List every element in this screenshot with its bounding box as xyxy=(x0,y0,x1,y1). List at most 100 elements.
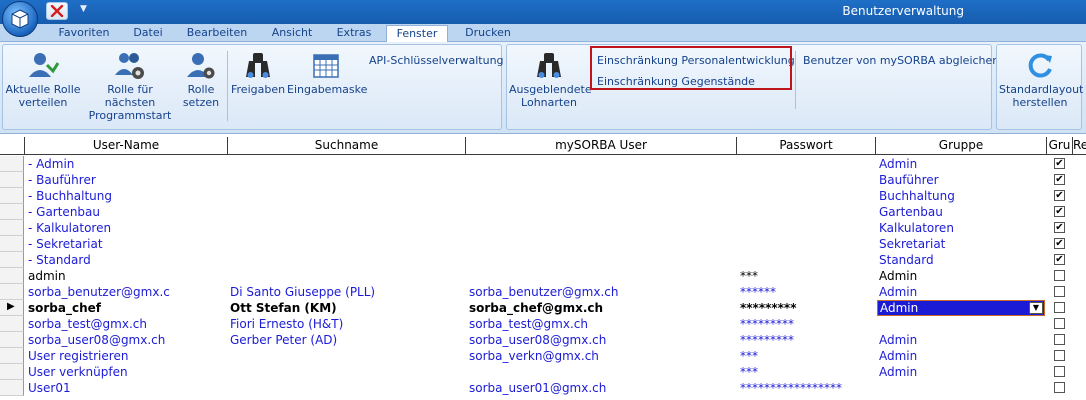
cell-user-name[interactable]: - Admin xyxy=(28,156,226,172)
cell-passwort[interactable] xyxy=(740,188,875,204)
cell-passwort[interactable]: *** xyxy=(740,348,875,364)
gruppe-checkbox[interactable]: ✔ xyxy=(1054,190,1065,201)
table-row[interactable]: sorba_benutzer@gmx.c Di Santo Giuseppe (P… xyxy=(0,284,1086,300)
cell-gruppe[interactable]: Gartenbau xyxy=(879,204,1045,220)
cell-gruppe[interactable]: Admin xyxy=(879,268,1045,284)
cell-mysorba-user[interactable] xyxy=(469,364,735,380)
cell-gruppe[interactable]: Admin xyxy=(879,364,1045,380)
cell-suchname[interactable] xyxy=(230,204,464,220)
cell-passwort[interactable] xyxy=(740,220,875,236)
cell-user-name[interactable]: - Kalkulatoren xyxy=(28,220,226,236)
cell-mysorba-user[interactable] xyxy=(469,220,735,236)
cell-gruppe[interactable]: Standard xyxy=(879,252,1045,268)
cell-mysorba-user[interactable] xyxy=(469,204,735,220)
table-row[interactable]: - Gartenbau Gartenbau ✔ xyxy=(0,204,1086,220)
cell-mysorba-user[interactable] xyxy=(469,252,735,268)
cell-suchname[interactable] xyxy=(230,156,464,172)
row-selector[interactable] xyxy=(0,348,24,364)
gruppe-checkbox[interactable]: ✔ xyxy=(1054,158,1065,169)
tab-favoriten[interactable]: Favoriten xyxy=(56,25,112,42)
cell-passwort[interactable] xyxy=(740,252,875,268)
row-selector[interactable] xyxy=(0,220,24,236)
cell-passwort[interactable]: ********* xyxy=(740,316,875,332)
qat-close-button[interactable] xyxy=(46,2,68,20)
table-row[interactable]: - Buchhaltung Buchhaltung ✔ xyxy=(0,188,1086,204)
cell-user-name[interactable]: sorba_test@gmx.ch xyxy=(28,316,226,332)
cell-mysorba-user[interactable]: sorba_benutzer@gmx.ch xyxy=(469,284,735,300)
row-selector[interactable] xyxy=(0,364,24,380)
cell-user-name[interactable]: sorba_chef xyxy=(28,300,226,316)
table-row[interactable]: User01 sorba_user01@gmx.ch ***************… xyxy=(0,380,1086,396)
cell-suchname[interactable]: Gerber Peter (AD) xyxy=(230,332,464,348)
cell-mysorba-user[interactable] xyxy=(469,172,735,188)
cell-gruppe[interactable]: Sekretariat xyxy=(879,236,1045,252)
table-row[interactable]: ▶ sorba_chef Ott Stefan (KM) sorba_chef@gmx… xyxy=(0,300,1086,316)
cell-passwort[interactable] xyxy=(740,172,875,188)
gruppe-checkbox[interactable]: ✔ xyxy=(1054,238,1065,249)
col-header-suchname[interactable]: Suchname xyxy=(228,137,466,155)
table-row[interactable]: sorba_test@gmx.ch Fiori Ernesto (H&T) sorb… xyxy=(0,316,1086,332)
gruppe-checkbox[interactable] xyxy=(1054,270,1065,281)
cell-gruppe[interactable]: Admin xyxy=(879,284,1045,300)
qat-dropdown-icon[interactable]: ▼ xyxy=(80,4,87,14)
col-header-mysorba-user[interactable]: mySORBA User xyxy=(466,137,737,155)
cell-suchname[interactable]: Ott Stefan (KM) xyxy=(230,300,464,316)
row-selector[interactable] xyxy=(0,172,24,188)
cell-user-name[interactable]: - Bauführer xyxy=(28,172,226,188)
rolle-setzen-button[interactable]: Rolle setzen xyxy=(181,51,221,109)
tab-fenster[interactable]: Fenster xyxy=(386,25,448,43)
cell-passwort[interactable]: ***************** xyxy=(740,380,875,396)
cell-passwort[interactable]: *** xyxy=(740,268,875,284)
eingabemaske-button[interactable]: Eingabemaske xyxy=(287,51,367,96)
cell-gruppe[interactable]: Admin xyxy=(879,348,1045,364)
cell-gruppe[interactable] xyxy=(879,380,1045,396)
row-selector[interactable]: ▶ xyxy=(0,300,24,316)
cell-suchname[interactable]: Fiori Ernesto (H&T) xyxy=(230,316,464,332)
cell-mysorba-user[interactable]: sorba_user01@gmx.ch xyxy=(469,380,735,396)
row-selector[interactable] xyxy=(0,188,24,204)
cell-mysorba-user[interactable]: sorba_chef@gmx.ch xyxy=(469,300,735,316)
row-selector[interactable] xyxy=(0,332,24,348)
table-row[interactable]: - Sekretariat Sekretariat ✔ xyxy=(0,236,1086,252)
ausgeblendete-lohnarten-button[interactable]: Ausgeblendete Lohnarten xyxy=(509,51,592,109)
gruppe-checkbox[interactable] xyxy=(1054,366,1065,377)
cell-suchname[interactable] xyxy=(230,188,464,204)
cell-suchname[interactable] xyxy=(230,268,464,284)
table-row[interactable]: - Standard Standard ✔ xyxy=(0,252,1086,268)
cell-suchname[interactable]: Di Santo Giuseppe (PLL) xyxy=(230,284,464,300)
table-row[interactable]: - Kalkulatoren Kalkulatoren ✔ xyxy=(0,220,1086,236)
cell-suchname[interactable] xyxy=(230,252,464,268)
cell-mysorba-user[interactable]: sorba_user08@gmx.ch xyxy=(469,332,735,348)
cell-passwort[interactable] xyxy=(740,156,875,172)
freigaben-button[interactable]: Freigaben xyxy=(231,51,285,96)
col-header-gruppe[interactable]: Gruppe xyxy=(876,137,1047,155)
cell-mysorba-user[interactable] xyxy=(469,188,735,204)
chevron-down-icon[interactable]: ▼ xyxy=(1029,302,1043,314)
cell-mysorba-user[interactable] xyxy=(469,156,735,172)
cell-gruppe[interactable]: Kalkulatoren xyxy=(879,220,1045,236)
cell-mysorba-user[interactable]: sorba_verkn@gmx.ch xyxy=(469,348,735,364)
gruppe-checkbox[interactable] xyxy=(1054,286,1065,297)
table-row[interactable]: - Admin Admin ✔ xyxy=(0,156,1086,172)
row-selector[interactable] xyxy=(0,316,24,332)
gruppe-checkbox[interactable] xyxy=(1054,350,1065,361)
table-row[interactable]: - Bauführer Bauführer ✔ xyxy=(0,172,1086,188)
col-header-gru[interactable]: Gru xyxy=(1047,137,1073,155)
cell-suchname[interactable] xyxy=(230,380,464,396)
gruppe-checkbox[interactable] xyxy=(1054,334,1065,345)
tab-extras[interactable]: Extras xyxy=(334,25,374,42)
tab-datei[interactable]: Datei xyxy=(130,25,166,42)
cell-user-name[interactable]: User registrieren xyxy=(28,348,226,364)
cell-mysorba-user[interactable] xyxy=(469,236,735,252)
app-menu-button[interactable] xyxy=(2,1,38,37)
col-header-passwort[interactable]: Passwort xyxy=(737,137,876,155)
cell-user-name[interactable]: User01 xyxy=(28,380,226,396)
gruppe-checkbox[interactable]: ✔ xyxy=(1054,174,1065,185)
aktuelle-rolle-button[interactable]: Aktuelle Rolle verteilen xyxy=(5,51,81,109)
cell-suchname[interactable] xyxy=(230,236,464,252)
api-schluessel-button[interactable]: API-Schlüsselverwaltung xyxy=(369,54,504,67)
col-header-re[interactable]: Re xyxy=(1073,137,1086,155)
cell-suchname[interactable] xyxy=(230,220,464,236)
cell-mysorba-user[interactable]: sorba_test@gmx.ch xyxy=(469,316,735,332)
cell-passwort[interactable]: ********* xyxy=(740,300,875,316)
